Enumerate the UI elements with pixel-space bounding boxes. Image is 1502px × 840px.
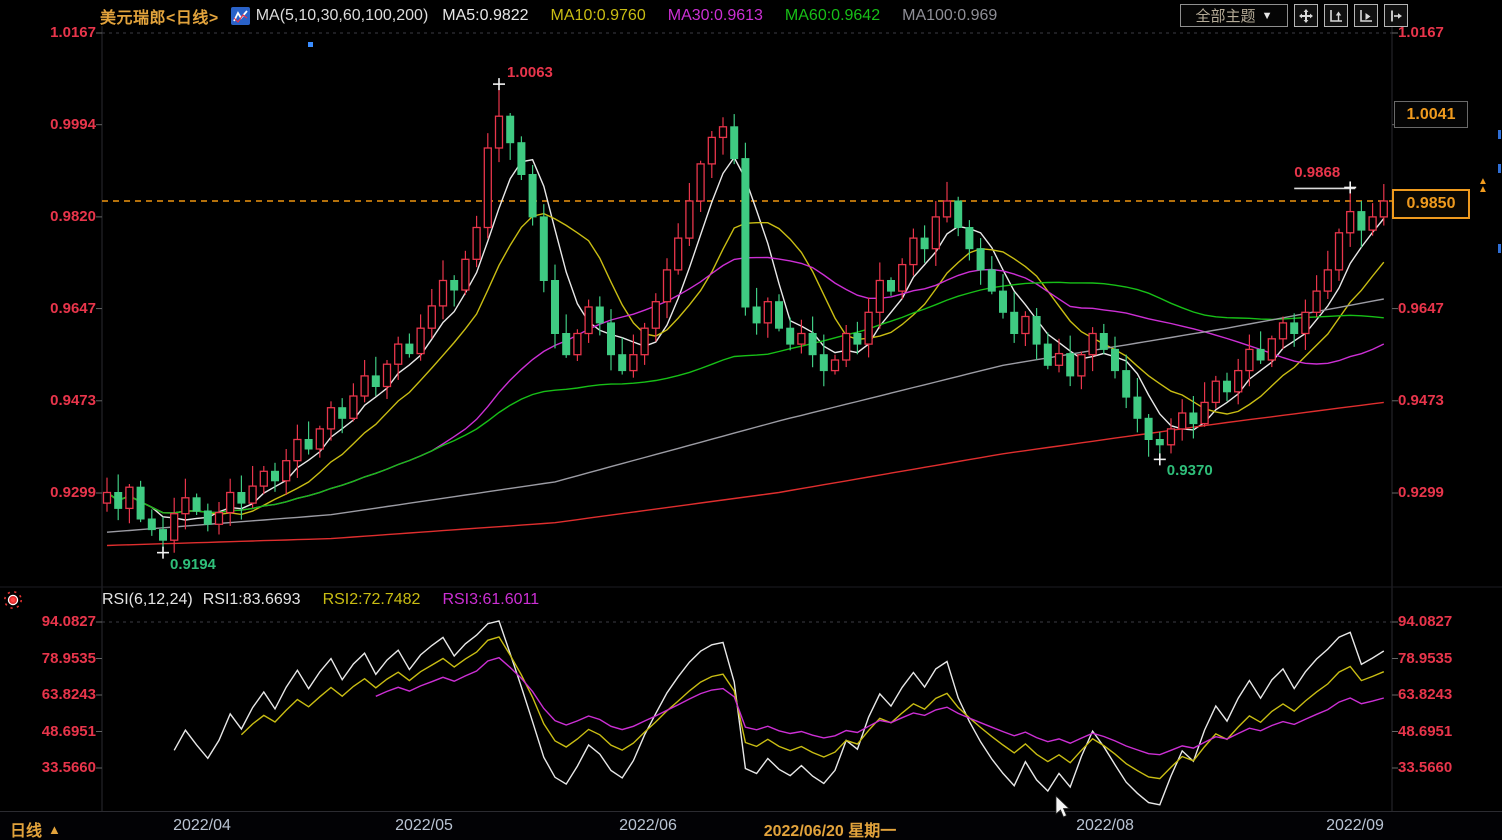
date-axis-bar: 日线 ▲ 2022/04 2022/05 2022/06 2022/06/20 星期一… (0, 811, 1502, 840)
axis-play-right-icon[interactable] (1354, 4, 1378, 27)
triangle-up-icon: ▲ (48, 822, 61, 837)
date-tick-label: 2022/05 (364, 817, 484, 835)
rsi-title: RSI(6,12,24) (102, 591, 193, 609)
axis-tick-label: 33.5660 (28, 759, 96, 776)
axis-tick-label: 0.9473 (1398, 392, 1470, 409)
rsi2-value: RSI2:72.7482 (323, 591, 421, 609)
date-tick-label: 2022/09 (1295, 817, 1415, 835)
axis-tick-label: 1.0167 (1398, 24, 1470, 41)
right-edge-indicator (1498, 130, 1501, 139)
event-marker-dot (308, 42, 313, 47)
axis-tick-label: 0.9647 (1398, 300, 1470, 317)
candles-group (104, 88, 1388, 553)
rsi-line-RSI1 (174, 621, 1384, 805)
chart-header: 美元瑞郎<日线> MA(5,10,30,60,100,200) MA5:0.98… (100, 4, 997, 28)
current-price-axis-box: 0.9850 (1392, 189, 1470, 219)
header-controls: 全部主题 ▼ (1180, 4, 1408, 27)
symbol-title: 美元瑞郎<日线> (100, 4, 219, 28)
pan-move-icon[interactable] (1294, 4, 1318, 27)
trading-app-window: 美元瑞郎<日线> MA(5,10,30,60,100,200) MA5:0.98… (0, 0, 1502, 840)
date-tick-label: 2022/06 (588, 817, 708, 835)
axis-scale-up-icon[interactable] (1324, 4, 1348, 27)
axis-tick-label: 94.0827 (1398, 613, 1470, 630)
extreme-price-label: 0.9868 (1272, 164, 1340, 181)
rsi1-value: RSI1:83.6693 (203, 591, 301, 609)
right-edge-indicator (1498, 244, 1501, 253)
ma-legend-item: MA30:0.9613 (668, 7, 763, 25)
theme-dropdown[interactable]: 全部主题 ▼ (1180, 4, 1288, 27)
extreme-price-label: 1.0063 (507, 64, 553, 81)
collapse-panel-right-icon[interactable] (1384, 4, 1408, 27)
chart-logo-icon (231, 7, 250, 25)
chevron-down-icon: ▼ (1262, 10, 1273, 22)
axis-tick-label: 48.6951 (28, 723, 96, 740)
ma-legend: MA5:0.9822 MA10:0.9760 MA30:0.9613 MA60:0.9… (442, 7, 997, 25)
axis-tick-label: 33.5660 (1398, 759, 1470, 776)
rsi-indicator-header[interactable]: RSI(6,12,24) RSI1:83.6693 RSI2:72.7482 R… (102, 591, 539, 609)
crosshair-date-label: 2022/06/20 星期一 (745, 817, 915, 840)
ma-legend-item: MA5:0.9822 (442, 7, 528, 25)
alert-dot-icon[interactable] (2, 589, 24, 616)
price-up-arrows-icon: ▲▲ (1478, 178, 1488, 194)
axis-tick-label: 0.9473 (28, 392, 96, 409)
axis-tick-label: 78.9535 (1398, 650, 1470, 667)
ma-legend-item: MA60:0.9642 (785, 7, 880, 25)
ma-legend-item: MA100:0.969 (902, 7, 997, 25)
rsi3-value: RSI3:61.6011 (442, 591, 539, 609)
axis-tick-label: 94.0827 (28, 613, 96, 630)
ma-parameter-label: MA(5,10,30,60,100,200) (256, 7, 429, 25)
axis-tick-label: 78.9535 (28, 650, 96, 667)
axis-tick-label: 48.6951 (1398, 723, 1470, 740)
axis-tick-label: 0.9994 (28, 116, 96, 133)
axis-tick-label: 63.8243 (1398, 686, 1470, 703)
ma-legend-item: MA10:0.9760 (551, 7, 646, 25)
axis-tick-label: 63.8243 (28, 686, 96, 703)
period-selector[interactable]: 日线 ▲ (10, 817, 61, 840)
candlestick-chart-canvas[interactable] (0, 0, 1502, 840)
axis-tick-label: 0.9820 (28, 208, 96, 225)
axis-tick-label: 0.9299 (28, 484, 96, 501)
date-tick-label: 2022/08 (1045, 817, 1165, 835)
axis-tick-label: 0.9647 (28, 300, 96, 317)
rsi-line-RSI2 (241, 637, 1383, 779)
axis-tick-label: 0.9299 (1398, 484, 1470, 501)
high-price-axis-box: 1.0041 (1394, 101, 1468, 128)
date-tick-label: 2022/04 (142, 817, 262, 835)
extreme-price-label: 0.9370 (1167, 462, 1213, 479)
right-edge-indicator (1498, 164, 1501, 173)
extreme-price-label: 0.9194 (170, 556, 216, 573)
theme-dropdown-label: 全部主题 (1196, 5, 1256, 26)
period-label: 日线 (10, 817, 42, 840)
axis-tick-label: 1.0167 (28, 24, 96, 41)
